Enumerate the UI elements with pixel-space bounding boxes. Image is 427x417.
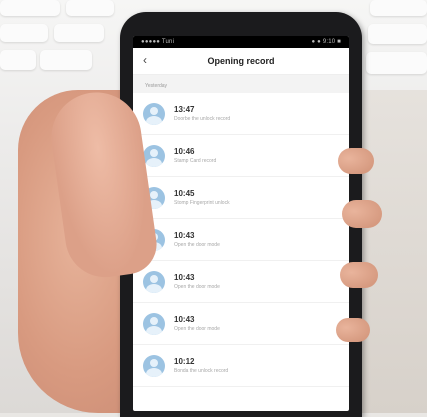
keyboard-key bbox=[0, 50, 36, 70]
page-title: Opening record bbox=[207, 56, 275, 66]
record-description: Open the door mode bbox=[174, 325, 220, 332]
status-indicators: ● ● 9:10 ■ bbox=[311, 39, 341, 45]
record-time: 13:47 bbox=[174, 104, 195, 114]
keyboard-key bbox=[366, 52, 427, 74]
section-header: Yesterday bbox=[133, 75, 349, 93]
record-time: 10:46 bbox=[174, 146, 195, 156]
keyboard-key bbox=[40, 50, 92, 70]
list-item[interactable]: 10:43 Open the door mode bbox=[133, 261, 349, 303]
list-item[interactable]: 10:46 Stamp Card record bbox=[133, 135, 349, 177]
background-surface bbox=[357, 90, 427, 413]
list-item[interactable]: 10:43 Open the door mode bbox=[133, 303, 349, 345]
record-description: Doorbe the unlock record bbox=[174, 115, 231, 122]
record-description: Bonda the unlock record bbox=[174, 367, 229, 374]
smartphone: ●●●●● Tuni ● ● 9:10 ■ ‹ Opening record Y… bbox=[120, 12, 362, 417]
status-bar: ●●●●● Tuni ● ● 9:10 ■ bbox=[133, 36, 349, 48]
keyboard-key bbox=[66, 0, 114, 16]
list-item[interactable]: 10:12 Bonda the unlock record bbox=[133, 345, 349, 387]
keyboard-key bbox=[0, 0, 60, 16]
record-description: Stomp Fingerprint unlock bbox=[174, 199, 230, 206]
keyboard-key bbox=[54, 24, 104, 42]
user-avatar-icon bbox=[143, 144, 165, 167]
list-item[interactable]: 10:43 Open the door mode bbox=[133, 219, 349, 261]
record-time: 10:43 bbox=[174, 314, 195, 324]
user-avatar-icon bbox=[143, 312, 165, 335]
phone-screen: ●●●●● Tuni ● ● 9:10 ■ ‹ Opening record Y… bbox=[133, 36, 349, 411]
list-item[interactable]: 10:45 Stomp Fingerprint unlock bbox=[133, 177, 349, 219]
record-description: Open the door mode bbox=[174, 241, 220, 248]
finger bbox=[342, 200, 382, 228]
record-time: 10:12 bbox=[174, 356, 195, 366]
user-avatar-icon bbox=[143, 270, 165, 293]
user-avatar-icon bbox=[143, 354, 165, 377]
finger bbox=[336, 318, 370, 342]
finger bbox=[338, 148, 374, 174]
record-description: Open the door mode bbox=[174, 283, 220, 290]
keyboard-key bbox=[368, 24, 427, 44]
keyboard-key bbox=[370, 0, 427, 16]
list-item[interactable]: 13:47 Doorbe the unlock record bbox=[133, 93, 349, 135]
chevron-left-icon[interactable]: ‹ bbox=[143, 53, 157, 67]
record-time: 10:43 bbox=[174, 272, 195, 282]
record-time: 10:43 bbox=[174, 230, 195, 240]
record-time: 10:45 bbox=[174, 188, 195, 198]
carrier-label: ●●●●● Tuni bbox=[141, 39, 175, 45]
keyboard-key bbox=[0, 24, 48, 42]
nav-bar: ‹ Opening record bbox=[133, 48, 349, 75]
user-avatar-icon bbox=[143, 102, 165, 125]
record-description: Stamp Card record bbox=[174, 157, 217, 164]
finger bbox=[340, 262, 378, 288]
